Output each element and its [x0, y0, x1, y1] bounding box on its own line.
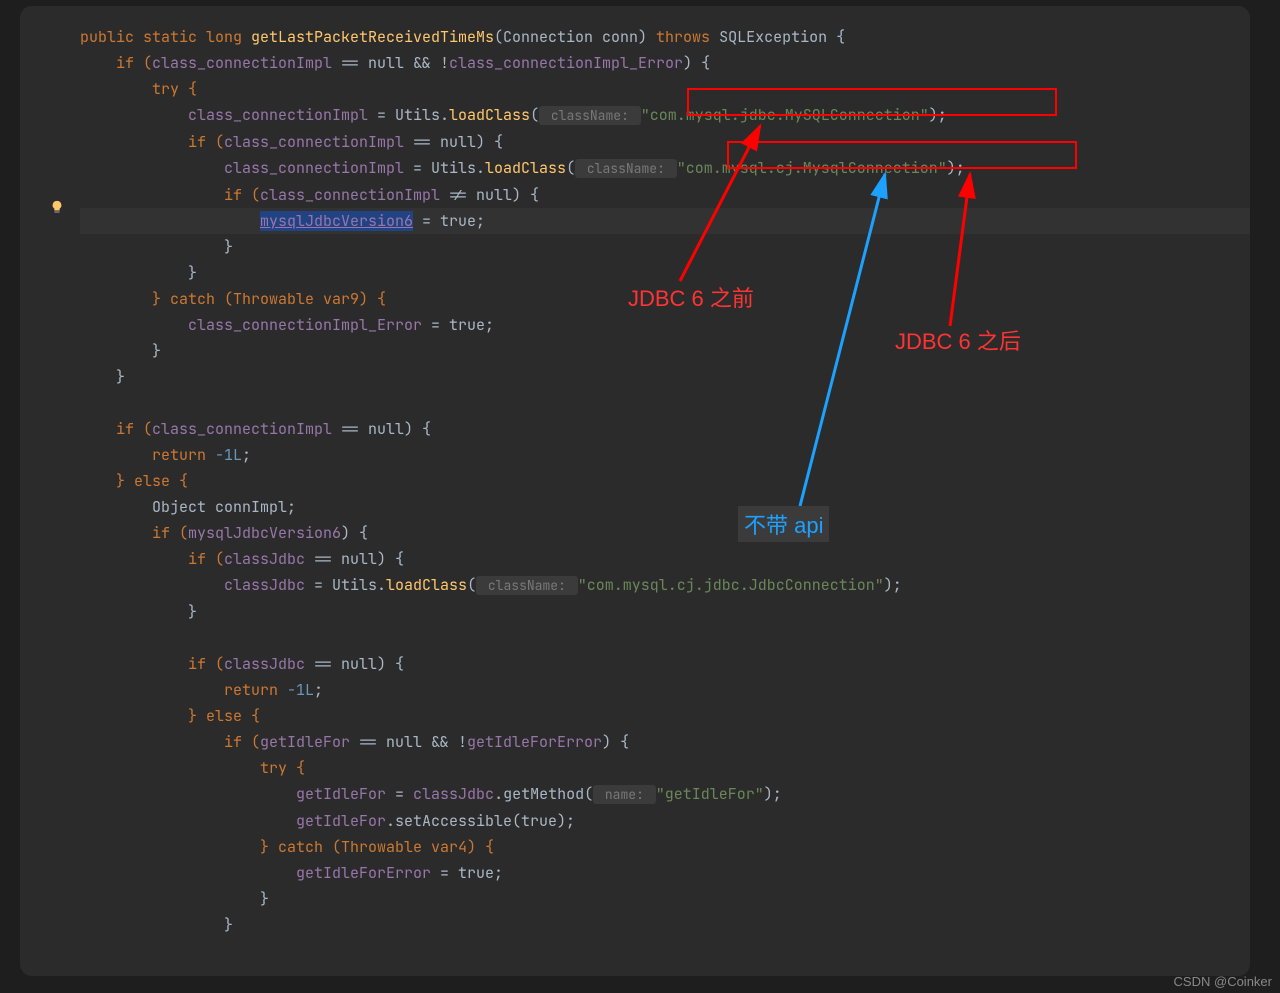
editor-gutter	[20, 6, 70, 976]
code-editor[interactable]: public static long getLastPacketReceived…	[20, 6, 1250, 976]
lightbulb-icon[interactable]	[50, 199, 64, 213]
annotation-jdbc-after: JDBC 6 之后	[895, 324, 1021, 356]
annotation-jdbc-before: JDBC 6 之前	[628, 281, 754, 313]
code-content: public static long getLastPacketReceived…	[20, 6, 1250, 938]
annotation-no-api: 不带 api	[738, 506, 829, 542]
